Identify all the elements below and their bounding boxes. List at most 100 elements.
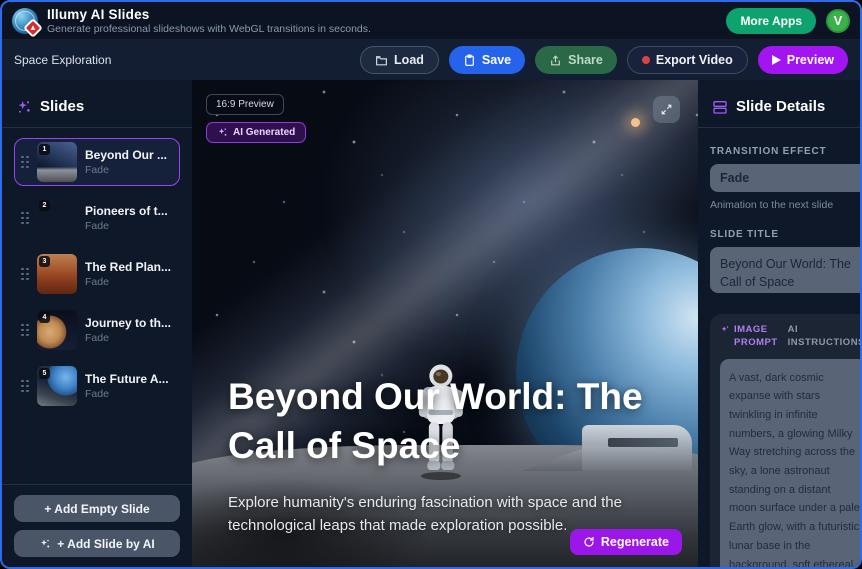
details-panel-title: Slide Details: [736, 98, 825, 115]
slide-details-panel: Slide Details TRANSITION EFFECT Fade Ani…: [698, 80, 860, 567]
slide-title-label: SLIDE TITLE: [710, 229, 860, 240]
app-subtitle: Generate professional slideshows with We…: [47, 23, 371, 35]
slide-list-item-1[interactable]: 1 Beyond Our ... Fade: [14, 138, 180, 186]
tab-image-prompt[interactable]: IMAGE PROMPT: [720, 324, 778, 350]
app-titles: Illumy AI Slides Generate professional s…: [47, 7, 371, 35]
slide-thumbnail-2: 2: [37, 198, 77, 238]
share-button-label: Share: [568, 53, 603, 67]
surface-shadow-art: [192, 477, 432, 567]
slide-thumbnail-4: 4: [37, 310, 77, 350]
main-content: Slides 1 Beyond Our ... Fade 2 Pioneers: [2, 80, 860, 567]
preview-button-label: Preview: [787, 53, 834, 67]
tab-ai-instructions-label: AI INSTRUCTIONS: [788, 324, 860, 350]
image-prompt-textarea[interactable]: A vast, dark cosmic expanse with stars t…: [720, 359, 860, 567]
slide-item-transition: Fade: [85, 276, 171, 288]
slide-item-title: Journey to th...: [85, 316, 171, 330]
nebula-glow-art: [318, 80, 698, 380]
prompt-tabs: IMAGE PROMPT AI INSTRUCTIONS: [720, 324, 860, 350]
drag-handle-icon[interactable]: [21, 268, 29, 281]
app-logo-icon: ▲: [12, 8, 38, 34]
clipboard-icon: [463, 54, 476, 67]
bright-star-art: [631, 118, 640, 127]
transition-help-text: Animation to the next slide: [710, 199, 860, 211]
drag-handle-icon[interactable]: [21, 324, 29, 337]
preview-badges: 16:9 Preview AI Generated: [206, 94, 306, 143]
slide-number-badge: 1: [39, 144, 50, 155]
slide-item-text: The Red Plan... Fade: [85, 260, 171, 288]
milky-way-art: [192, 80, 698, 567]
aspect-ratio-badge: 16:9 Preview: [206, 94, 284, 115]
user-avatar[interactable]: V: [826, 9, 850, 33]
drag-handle-icon[interactable]: [21, 156, 29, 169]
preview-button[interactable]: Preview: [758, 46, 848, 74]
slide-title-text: Beyond Our World: The Call of Space: [228, 373, 673, 471]
slide-preview: 16:9 Preview AI Generated Beyond Our Wor…: [192, 80, 698, 567]
project-name: Space Exploration: [14, 53, 111, 67]
transition-effect-label: TRANSITION EFFECT: [710, 146, 860, 157]
slide-item-transition: Fade: [85, 388, 169, 400]
share-button[interactable]: Share: [535, 46, 617, 74]
slide-thumbnail-5: 5: [37, 366, 77, 406]
slide-item-title: Beyond Our ...: [85, 148, 167, 162]
chevron-down-icon: [858, 172, 860, 184]
slide-list-item-4[interactable]: 4 Journey to th... Fade: [14, 306, 180, 354]
slide-thumbnail-1: 1: [37, 142, 77, 182]
slide-item-title: The Red Plan...: [85, 260, 171, 274]
app-title: Illumy AI Slides: [47, 7, 371, 22]
slide-item-text: The Future A... Fade: [85, 372, 169, 400]
transition-select-value: Fade: [720, 171, 858, 185]
slide-list-item-5[interactable]: 5 The Future A... Fade: [14, 362, 180, 410]
slide-number-badge: 2: [39, 200, 50, 211]
drag-handle-icon[interactable]: [21, 380, 29, 393]
transition-select[interactable]: Fade: [710, 164, 860, 192]
save-button-label: Save: [482, 53, 511, 67]
tab-ai-instructions[interactable]: AI INSTRUCTIONS: [788, 324, 860, 350]
divider: [698, 127, 860, 128]
add-slide-by-ai-label: + Add Slide by AI: [57, 537, 154, 551]
share-upload-icon: [549, 54, 562, 67]
export-video-button[interactable]: Export Video: [627, 46, 748, 74]
details-panel-header: Slide Details: [710, 92, 860, 127]
slide-list-item-2[interactable]: 2 Pioneers of t... Fade: [14, 194, 180, 242]
slide-item-transition: Fade: [85, 164, 167, 176]
slide-caption: Beyond Our World: The Call of Space Expl…: [228, 373, 682, 537]
ai-generated-badge: AI Generated: [206, 122, 306, 143]
slides-panel-header: Slides: [14, 92, 180, 127]
slide-list: 1 Beyond Our ... Fade 2 Pioneers of t...…: [14, 128, 180, 484]
refresh-icon: [583, 536, 595, 548]
ai-generated-label: AI Generated: [233, 127, 295, 138]
expand-icon: [660, 103, 673, 116]
slide-list-item-3[interactable]: 3 The Red Plan... Fade: [14, 250, 180, 298]
slide-thumbnail-3: 3: [37, 254, 77, 294]
load-button-label: Load: [394, 53, 424, 67]
lunar-base-art: [522, 411, 692, 471]
add-empty-slide-button[interactable]: + Add Empty Slide: [14, 495, 180, 522]
toolbar: Space Exploration Load Save Share Export…: [2, 40, 860, 80]
earth-art: [516, 248, 698, 498]
add-slide-by-ai-button[interactable]: + Add Slide by AI: [14, 530, 180, 557]
slide-number-badge: 5: [39, 368, 50, 379]
slide-item-text: Journey to th... Fade: [85, 316, 171, 344]
export-video-button-label: Export Video: [656, 53, 733, 67]
drag-handle-icon[interactable]: [21, 212, 29, 225]
app-header: ▲ Illumy AI Slides Generate professional…: [2, 2, 860, 40]
folder-open-icon: [375, 54, 388, 67]
load-button[interactable]: Load: [360, 46, 439, 74]
slide-item-transition: Fade: [85, 220, 168, 232]
slide-title-input[interactable]: Beyond Our World: The Call of Space: [710, 247, 860, 293]
slide-number-badge: 4: [39, 312, 50, 323]
slides-panel-footer: + Add Empty Slide + Add Slide by AI: [14, 485, 180, 557]
regenerate-button[interactable]: Regenerate: [570, 529, 682, 555]
save-button[interactable]: Save: [449, 46, 525, 74]
slides-panel-title: Slides: [40, 98, 84, 115]
fullscreen-button[interactable]: [653, 96, 680, 123]
slide-item-transition: Fade: [85, 332, 171, 344]
regenerate-label: Regenerate: [601, 535, 669, 549]
slide-item-text: Pioneers of t... Fade: [85, 204, 168, 232]
slide-item-text: Beyond Our ... Fade: [85, 148, 167, 176]
prompt-card: IMAGE PROMPT AI INSTRUCTIONS A vast, dar…: [710, 314, 860, 567]
slide-item-title: Pioneers of t...: [85, 204, 168, 218]
astronaut-art: [415, 363, 467, 481]
more-apps-button[interactable]: More Apps: [726, 8, 816, 34]
record-dot-icon: [642, 56, 650, 64]
